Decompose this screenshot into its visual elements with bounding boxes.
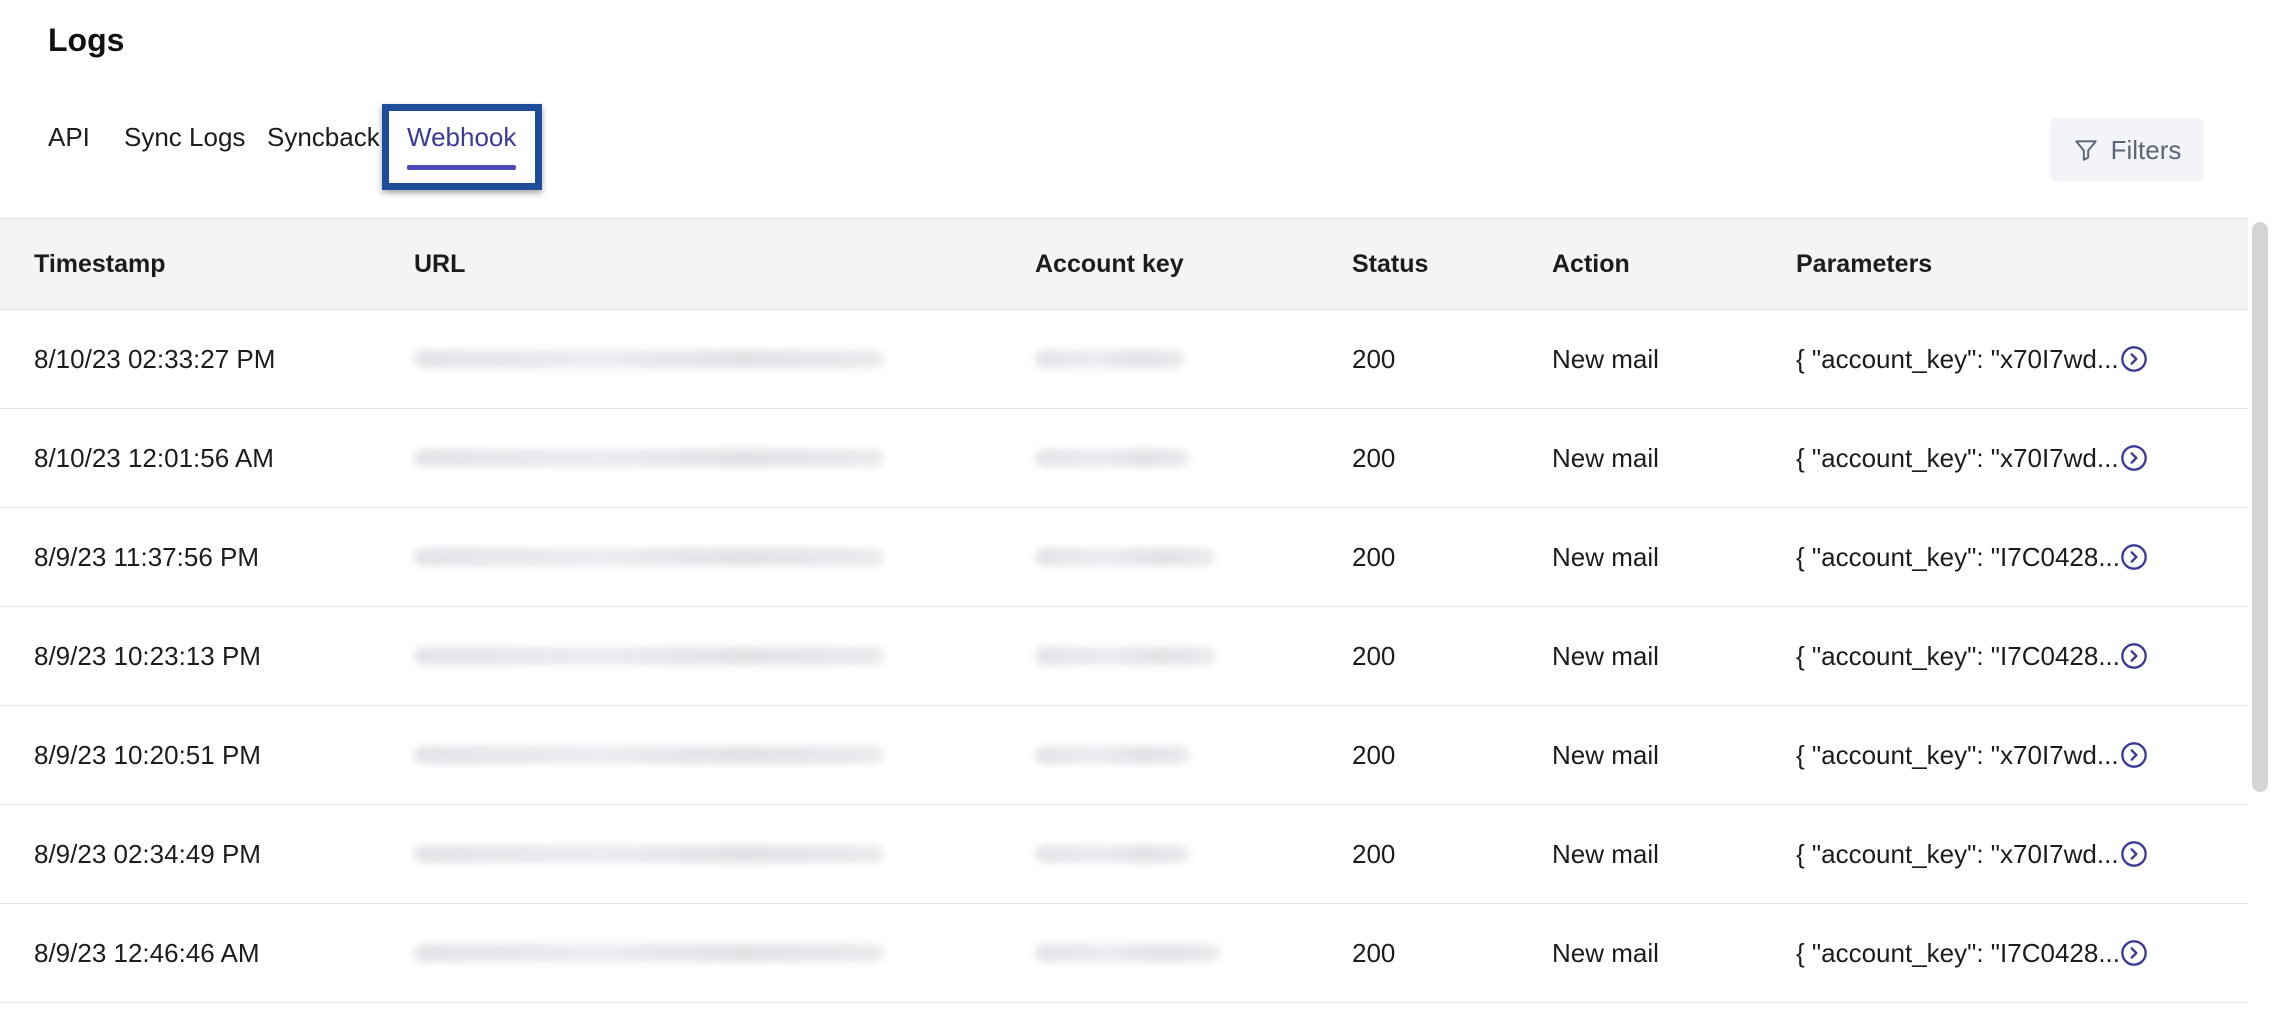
action-cell: New mail [1552, 542, 1659, 572]
status-cell: 200 [1352, 344, 1396, 374]
table-row[interactable]: 8/10/23 12:01:56 AM 200 New mail { "acco… [0, 409, 2248, 508]
column-header-timestamp[interactable]: Timestamp [34, 219, 166, 309]
table-body: 8/10/23 02:33:27 PM 200 New mail { "acco… [0, 310, 2248, 1003]
tab-webhook-label: Webhook [407, 122, 517, 152]
parameters-cell: { "account_key": "I7C0428... [1796, 938, 2120, 968]
parameters-cell: { "account_key": "x70I7wd... [1796, 344, 2119, 374]
chevron-right-circle-icon[interactable] [2120, 642, 2148, 670]
account-key-cell-redacted [1035, 449, 1190, 467]
page-title: Logs [48, 22, 125, 58]
tab-api[interactable]: API [48, 122, 90, 153]
timestamp-cell: 8/10/23 02:33:27 PM [34, 344, 276, 374]
timestamp-cell: 8/9/23 12:46:46 AM [34, 938, 260, 968]
column-header-url[interactable]: URL [414, 219, 465, 309]
tab-webhook[interactable]: Webhook [407, 122, 517, 170]
chevron-right-circle-icon[interactable] [2120, 345, 2148, 373]
filter-icon [2074, 140, 2097, 161]
chevron-right-circle-icon[interactable] [2120, 840, 2148, 868]
parameters-cell: { "account_key": "I7C0428... [1796, 641, 2120, 671]
chevron-right-circle-icon[interactable] [2120, 741, 2148, 769]
chevron-right-circle-icon[interactable] [2120, 939, 2148, 967]
filters-label: Filters [2110, 134, 2182, 165]
account-key-cell-redacted [1035, 845, 1190, 863]
action-cell: New mail [1552, 740, 1659, 770]
url-cell-redacted [414, 944, 884, 962]
timestamp-cell: 8/9/23 10:23:13 PM [34, 641, 261, 671]
webhook-logs-table: Timestamp URL Account key Status Action … [0, 218, 2248, 1003]
vertical-scrollbar[interactable] [2252, 222, 2268, 792]
action-cell: New mail [1552, 641, 1659, 671]
account-key-cell-redacted [1035, 647, 1215, 665]
status-cell: 200 [1352, 641, 1396, 671]
account-key-cell-redacted [1035, 944, 1220, 962]
status-cell: 200 [1352, 839, 1396, 869]
column-header-parameters[interactable]: Parameters [1796, 219, 1932, 309]
url-cell-redacted [414, 449, 884, 467]
active-tab-indicator [407, 165, 517, 170]
account-key-cell-redacted [1035, 350, 1185, 368]
chevron-right-circle-icon[interactable] [2120, 444, 2148, 472]
timestamp-cell: 8/9/23 02:34:49 PM [34, 839, 261, 869]
url-cell-redacted [414, 548, 884, 566]
account-key-cell-redacted [1035, 548, 1215, 566]
column-header-action[interactable]: Action [1552, 219, 1630, 309]
status-cell: 200 [1352, 542, 1396, 572]
action-cell: New mail [1552, 344, 1659, 374]
filters-button[interactable]: Filters [2050, 118, 2204, 182]
parameters-cell: { "account_key": "x70I7wd... [1796, 443, 2119, 473]
table-row[interactable]: 8/9/23 10:23:13 PM 200 New mail { "accou… [0, 607, 2248, 706]
table-header: Timestamp URL Account key Status Action … [0, 218, 2248, 310]
table-row[interactable]: 8/9/23 12:46:46 AM 200 New mail { "accou… [0, 904, 2248, 1003]
account-key-cell-redacted [1035, 746, 1190, 764]
table-row[interactable]: 8/9/23 11:37:56 PM 200 New mail { "accou… [0, 508, 2248, 607]
status-cell: 200 [1352, 938, 1396, 968]
status-cell: 200 [1352, 443, 1396, 473]
parameters-cell: { "account_key": "I7C0428... [1796, 542, 2120, 572]
url-cell-redacted [414, 845, 884, 863]
action-cell: New mail [1552, 839, 1659, 869]
timestamp-cell: 8/9/23 10:20:51 PM [34, 740, 261, 770]
table-row[interactable]: 8/9/23 02:34:49 PM 200 New mail { "accou… [0, 805, 2248, 904]
url-cell-redacted [414, 647, 884, 665]
status-cell: 200 [1352, 740, 1396, 770]
url-cell-redacted [414, 350, 884, 368]
table-row[interactable]: 8/9/23 10:20:51 PM 200 New mail { "accou… [0, 706, 2248, 805]
column-header-account-key[interactable]: Account key [1035, 219, 1184, 309]
tab-syncback[interactable]: Syncback [267, 122, 380, 153]
parameters-cell: { "account_key": "x70I7wd... [1796, 740, 2119, 770]
parameters-cell: { "account_key": "x70I7wd... [1796, 839, 2119, 869]
timestamp-cell: 8/10/23 12:01:56 AM [34, 443, 274, 473]
timestamp-cell: 8/9/23 11:37:56 PM [34, 542, 260, 572]
table-row[interactable]: 8/10/23 02:33:27 PM 200 New mail { "acco… [0, 310, 2248, 409]
chevron-right-circle-icon[interactable] [2120, 543, 2148, 571]
tab-sync-logs[interactable]: Sync Logs [124, 122, 245, 153]
column-header-status[interactable]: Status [1352, 219, 1428, 309]
url-cell-redacted [414, 746, 884, 764]
action-cell: New mail [1552, 443, 1659, 473]
action-cell: New mail [1552, 938, 1659, 968]
